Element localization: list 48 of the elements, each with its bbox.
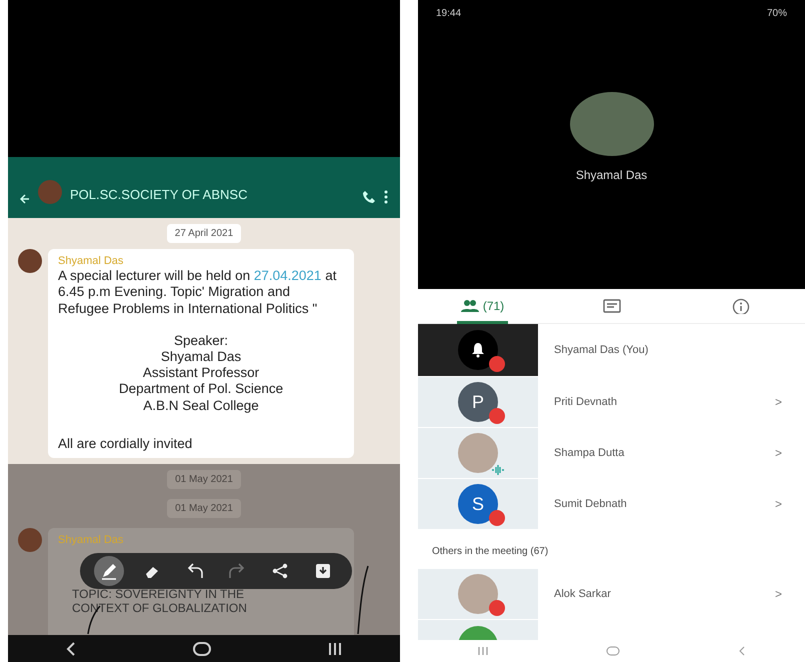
undo-icon [186,562,204,580]
back-arrow-icon[interactable] [20,194,30,204]
more-options-icon[interactable] [384,190,388,204]
download-icon [314,562,332,580]
chevron-icon: > [775,393,805,412]
speaker-line: Department of Pol. Science [118,381,284,398]
photo-placeholder [458,433,498,474]
call-icon[interactable] [362,190,376,204]
share-icon [270,562,289,580]
sender-avatar [18,249,42,273]
presenter-name: Shyamal Das [576,167,648,184]
letter-avatar: S [458,484,498,524]
speaker-line: A.B.N Seal College [142,398,260,414]
recents-nav-icon[interactable] [328,642,342,656]
info-icon [732,298,750,314]
bell-icon [471,342,485,358]
participant-name: Sumit Debnath [553,496,628,512]
back-nav-icon[interactable] [66,642,76,656]
photo-placeholder [458,574,498,614]
speaker-line: Shyamal Das [160,348,242,366]
section-heading: Others in the meeting (67) [431,545,550,560]
toolbar-button[interactable] [94,556,124,586]
chevron-icon: > [775,585,805,604]
chevron-icon: > [775,495,805,514]
battery-level: 70% [766,7,787,21]
group-title: POL.SC.SOCIETY OF ABNSC [70,186,248,204]
people-icon [460,298,479,314]
letter-avatar: P [458,382,498,422]
date-chip: 01 May 2021 [167,498,241,518]
speaker-line: Assistant Professor [142,365,260,382]
closing-text: All are cordially invited [58,436,194,452]
date-chip: 27 April 2021 [166,224,242,243]
sender-name: Shyamal Das [58,534,124,548]
message-text: A special lecturer will be held on 27.04.2021 at 6.45 p.m Evening. Topic' Migration and Refugee Problems in International Politics " [58,268,338,317]
status-time: 19:44 [436,7,462,21]
participant-name: Priti Devnath [553,394,618,410]
sender-name: Shyamal Das [58,255,124,268]
speaker-line: Speaker: [172,332,230,349]
pen-icon [100,562,118,580]
sender-avatar [18,528,42,552]
participant-name: Shampa Dutta [553,446,626,461]
home-nav-icon[interactable] [192,642,211,656]
date-chip: 01 May 2021 [167,470,241,489]
participant-name: Shyamal Das (You) [553,342,650,358]
chat-icon [602,298,620,314]
participant-name: Alok Sarkar [553,586,612,602]
redo-icon [228,562,246,580]
chevron-icon: > [775,444,805,462]
